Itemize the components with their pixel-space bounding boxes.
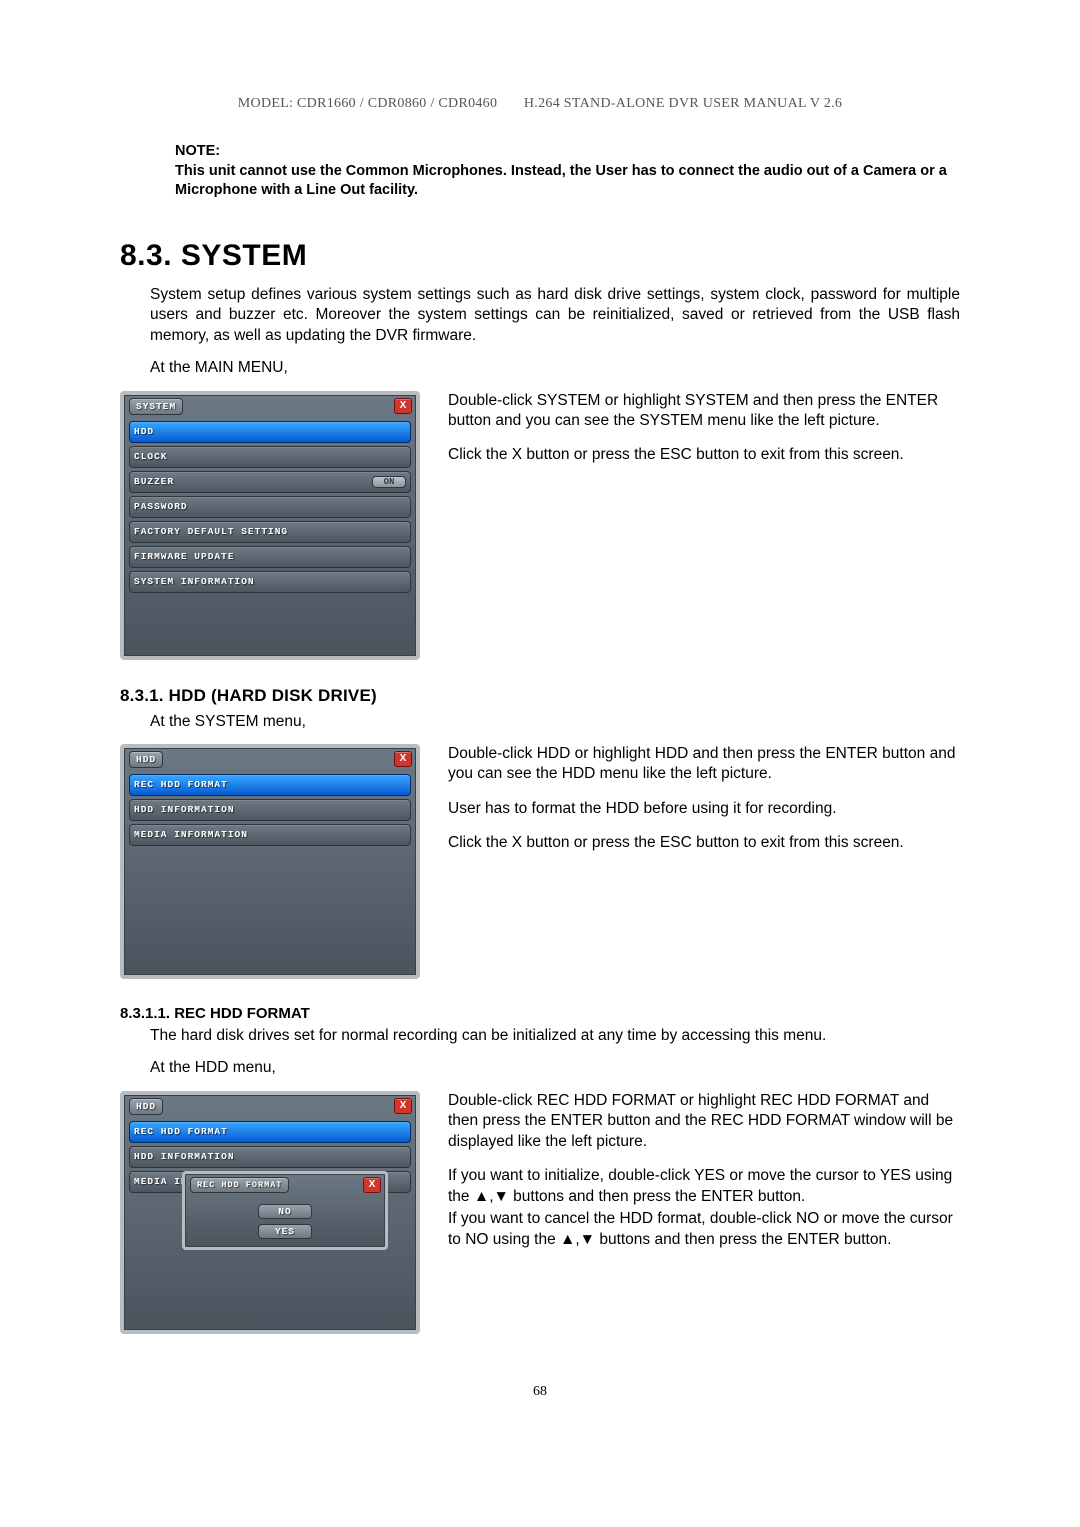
section-8-3-1-title: 8.3.1. HDD (HARD DISK DRIVE) bbox=[120, 686, 960, 706]
hdd-side-p1: Double-click HDD or highlight HDD and th… bbox=[448, 744, 960, 785]
label: HDD INFORMATION bbox=[134, 804, 235, 815]
popup-title: REC HDD FORMAT bbox=[190, 1177, 289, 1193]
hdd-panel-title: HDD bbox=[129, 751, 163, 768]
label: REC HDD FORMAT bbox=[134, 779, 228, 790]
at-system-menu: At the SYSTEM menu, bbox=[150, 712, 960, 732]
note-body: This unit cannot use the Common Micropho… bbox=[175, 162, 960, 201]
hdd-menu-panel-with-popup: HDD X REC HDD FORMAT HDD INFORMATION MED… bbox=[120, 1091, 420, 1334]
rec-desc: The hard disk drives set for normal reco… bbox=[150, 1026, 960, 1046]
buzzer-value[interactable]: ON bbox=[372, 476, 406, 488]
label: HDD INFORMATION bbox=[134, 1151, 235, 1162]
system-item-factory-default[interactable]: FACTORY DEFAULT SETTING bbox=[129, 521, 411, 543]
rec-side-p1: Double-click REC HDD FORMAT or highlight… bbox=[448, 1091, 960, 1152]
system-menu-panel: SYSTEM X HDD CLOCK BUZZER ON PASSWO bbox=[120, 391, 420, 660]
up-down-arrow-icon: ▲,▼ bbox=[560, 1231, 595, 1248]
note-title: NOTE: bbox=[175, 142, 960, 162]
label: BUZZER bbox=[134, 476, 174, 487]
system-item-system-information[interactable]: SYSTEM INFORMATION bbox=[129, 571, 411, 593]
hdd-item-hdd-info[interactable]: HDD INFORMATION bbox=[129, 1146, 411, 1168]
section-8-3-title: 8.3. SYSTEM bbox=[120, 239, 960, 273]
up-down-arrow-icon: ▲,▼ bbox=[474, 1188, 509, 1205]
page-number: 68 bbox=[120, 1384, 960, 1400]
label: REC HDD FORMAT bbox=[134, 1126, 228, 1137]
section-8-3-intro: System setup defines various system sett… bbox=[150, 285, 960, 346]
hdd-item-hdd-info[interactable]: HDD INFORMATION bbox=[129, 799, 411, 821]
hdd-item-rec-format[interactable]: REC HDD FORMAT bbox=[129, 774, 411, 796]
hdd-item-media-info[interactable]: MEDIA INFORMATION bbox=[129, 824, 411, 846]
hdd-side-p2: User has to format the HDD before using … bbox=[448, 799, 960, 819]
system-item-clock[interactable]: CLOCK bbox=[129, 446, 411, 468]
label: FIRMWARE UPDATE bbox=[134, 551, 235, 562]
hdd-item-rec-format[interactable]: REC HDD FORMAT bbox=[129, 1121, 411, 1143]
note-block: NOTE: This unit cannot use the Common Mi… bbox=[175, 142, 960, 201]
close-icon[interactable]: X bbox=[394, 1098, 412, 1114]
label: FACTORY DEFAULT SETTING bbox=[134, 526, 288, 537]
system-side-p2: Click the X button or press the ESC butt… bbox=[448, 445, 960, 465]
hdd-panel-title: HDD bbox=[129, 1098, 163, 1115]
hdd-menu-panel: HDD X REC HDD FORMAT HDD INFORMATION MED… bbox=[120, 744, 420, 979]
rec-side-p3: If you want to cancel the HDD format, do… bbox=[448, 1209, 960, 1250]
system-item-firmware-update[interactable]: FIRMWARE UPDATE bbox=[129, 546, 411, 568]
rec-hdd-format-dialog: REC HDD FORMAT X NO YES bbox=[182, 1171, 388, 1250]
at-hdd-menu: At the HDD menu, bbox=[150, 1058, 960, 1078]
system-side-p1: Double-click SYSTEM or highlight SYSTEM … bbox=[448, 391, 960, 432]
close-icon[interactable]: X bbox=[363, 1177, 381, 1193]
hdd-side-p3: Click the X button or press the ESC butt… bbox=[448, 833, 960, 853]
header-manual: H.264 STAND-ALONE DVR USER MANUAL V 2.6 bbox=[524, 96, 842, 111]
label: PASSWORD bbox=[134, 501, 188, 512]
label: MEDIA INFORMATION bbox=[134, 829, 248, 840]
page-header: MODEL: CDR1660 / CDR0860 / CDR0460 H.264… bbox=[120, 96, 960, 112]
system-item-buzzer[interactable]: BUZZER ON bbox=[129, 471, 411, 493]
label: CLOCK bbox=[134, 451, 168, 462]
system-item-password[interactable]: PASSWORD bbox=[129, 496, 411, 518]
close-icon[interactable]: X bbox=[394, 398, 412, 414]
header-model: MODEL: CDR1660 / CDR0860 / CDR0460 bbox=[238, 96, 498, 111]
rec-side-p2: If you want to initialize, double-click … bbox=[448, 1166, 960, 1207]
no-button[interactable]: NO bbox=[258, 1204, 312, 1219]
section-8-3-1-1-title: 8.3.1.1. REC HDD FORMAT bbox=[120, 1005, 960, 1022]
yes-button[interactable]: YES bbox=[258, 1224, 312, 1239]
label: SYSTEM INFORMATION bbox=[134, 576, 255, 587]
system-panel-title: SYSTEM bbox=[129, 398, 183, 415]
system-item-hdd[interactable]: HDD bbox=[129, 421, 411, 443]
label: HDD bbox=[134, 426, 154, 437]
at-main-menu: At the MAIN MENU, bbox=[150, 358, 960, 378]
close-icon[interactable]: X bbox=[394, 751, 412, 767]
